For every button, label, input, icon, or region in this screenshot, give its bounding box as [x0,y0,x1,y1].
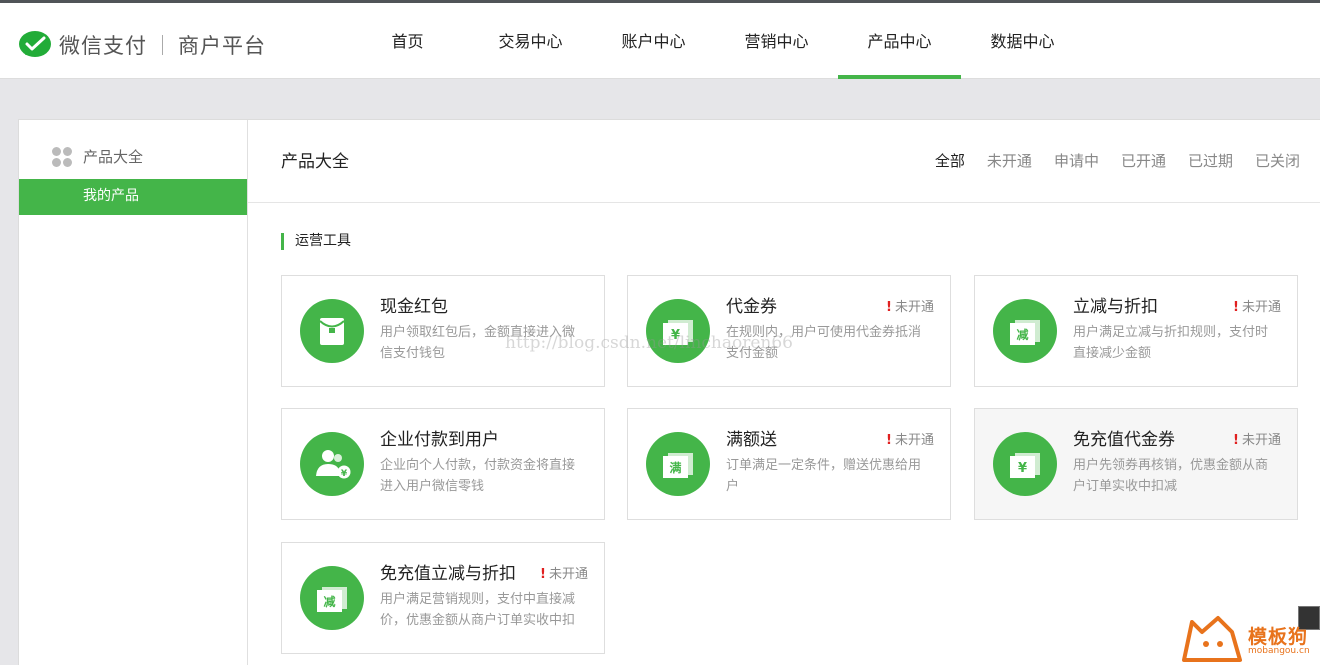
main-area: 产品大全 全部 未开通 申请中 已开通 已过期 已关闭 运营工具 现金红包 用户 [248,120,1320,665]
sidebar-item-my-products[interactable]: 我的产品 [19,179,247,215]
nav-item-transactions[interactable]: 交易中心 [469,3,592,79]
discount-voucher-icon: 减 [300,566,364,630]
status-not-activated: ! 未开通 [886,433,934,448]
full-amount-gift-icon: 满 [646,432,710,496]
wechat-pay-icon [19,31,51,57]
filter-expired[interactable]: 已过期 [1188,150,1233,171]
card-description: 用户先领券再核销，优惠金额从商户订单实收中扣减 [1073,458,1269,494]
logo-divider [162,35,163,55]
grid-icon [52,146,72,167]
svg-text:¥: ¥ [341,469,348,479]
card-title: 满额送 [726,430,777,450]
card-title: 代金券 [726,297,777,317]
product-card-instant-discount[interactable]: 减 立减与折扣 ! 未开通 用户满足立减与折扣规则，支付时直接减少金额 [974,275,1298,387]
brand-domain: mobangou.cn [1248,646,1310,656]
nav-item-data[interactable]: 数据中心 [961,3,1084,79]
nav-item-products[interactable]: 产品中心 [838,3,961,79]
header: 微信支付 商户平台 首页 交易中心 账户中心 营销中心 产品中心 数据中心 [0,3,1320,79]
status-not-activated: ! 未开通 [540,567,588,582]
card-title: 立减与折扣 [1073,297,1158,317]
card-title: 现金红包 [380,297,448,317]
red-envelope-icon [300,299,364,363]
content-panel: 产品大全 我的产品 产品大全 全部 未开通 申请中 已开通 已过期 已关闭 运营… [18,119,1320,665]
status-not-activated: ! 未开通 [886,300,934,315]
filter-activated[interactable]: 已开通 [1121,150,1166,171]
nav-item-home[interactable]: 首页 [346,3,469,79]
discount-voucher-icon: 减 [993,299,1057,363]
sidebar-heading-label: 产品大全 [83,148,144,166]
svg-text:¥: ¥ [671,328,680,343]
status-filters: 全部 未开通 申请中 已开通 已过期 已关闭 [913,150,1300,171]
brand-name: 模板狗 [1248,626,1309,648]
alert-icon: ! [1233,433,1239,448]
product-card-no-recharge-discount[interactable]: 减 免充值立减与折扣 ! 未开通 用户满足营销规则，支付中直接减价，优惠金额从商户… [281,542,605,654]
svg-text:减: 减 [1016,327,1028,342]
card-description: 企业向个人付款，付款资金将直接进入用户微信零钱 [380,458,576,494]
card-title: 免充值立减与折扣 [380,564,516,584]
card-description: 用户领取红包后，金额直接进入微信支付钱包 [380,325,576,361]
nav-item-marketing[interactable]: 营销中心 [715,3,838,79]
alert-icon: ! [886,433,892,448]
status-not-activated: ! 未开通 [1233,433,1281,448]
filter-all[interactable]: 全部 [935,150,965,171]
card-title: 免充值代金券 [1073,430,1175,450]
card-title: 企业付款到用户 [380,430,499,450]
logo-subtitle: 商户平台 [178,34,266,58]
product-card-cash-red-packet[interactable]: 现金红包 用户领取红包后，金额直接进入微信支付钱包 [281,275,605,387]
product-card-full-amount-gift[interactable]: 满 满额送 ! 未开通 订单满足一定条件，赠送优惠给用户 [627,408,951,520]
main-header: 产品大全 全部 未开通 申请中 已开通 已过期 已关闭 [248,120,1320,203]
card-description: 在规则内，用户可使用代金券抵消支付金额 [726,325,922,361]
enterprise-payment-icon: ¥ [300,432,364,496]
svg-text:减: 减 [323,594,335,609]
status-not-activated: ! 未开通 [1233,300,1281,315]
product-card-enterprise-payment[interactable]: ¥ 企业付款到用户 企业向个人付款，付款资金将直接进入用户微信零钱 [281,408,605,520]
product-card-no-recharge-voucher[interactable]: ¥ 免充值代金券 ! 未开通 用户先领券再核销，优惠金额从商户订单实收中扣减 [974,408,1298,520]
card-description: 用户满足营销规则，支付中直接减价，优惠金额从商户订单实收中扣 [380,592,576,628]
alert-icon: ! [1233,300,1239,315]
filter-not-activated[interactable]: 未开通 [987,150,1032,171]
logo-text: 微信支付 [59,34,147,58]
voucher-yen-icon: ¥ [993,432,1057,496]
alert-icon: ! [886,300,892,315]
mobangou-logo: 模板狗 mobangou.cn [1178,608,1320,665]
main-nav: 首页 交易中心 账户中心 营销中心 产品中心 数据中心 [346,3,1084,79]
wechat-pay-logo[interactable]: 微信支付 商户平台 [18,30,266,60]
sidebar: 产品大全 我的产品 [19,120,248,665]
dog-logo-icon [1182,616,1242,662]
filter-closed[interactable]: 已关闭 [1255,150,1300,171]
nav-item-account[interactable]: 账户中心 [592,3,715,79]
filter-applying[interactable]: 申请中 [1054,150,1099,171]
product-card-voucher[interactable]: ¥ 代金券 ! 未开通 在规则内，用户可使用代金券抵消支付金额 [627,275,951,387]
page-title: 产品大全 [281,152,349,172]
section-title: 运营工具 [281,233,351,250]
svg-text:满: 满 [669,460,681,475]
card-description: 用户满足立减与折扣规则，支付时直接减少金额 [1073,325,1269,361]
card-description: 订单满足一定条件，赠送优惠给用户 [726,458,922,494]
sidebar-heading[interactable]: 产品大全 [52,146,143,167]
svg-text:¥: ¥ [1018,461,1027,476]
voucher-yen-icon: ¥ [646,299,710,363]
alert-icon: ! [540,567,546,582]
